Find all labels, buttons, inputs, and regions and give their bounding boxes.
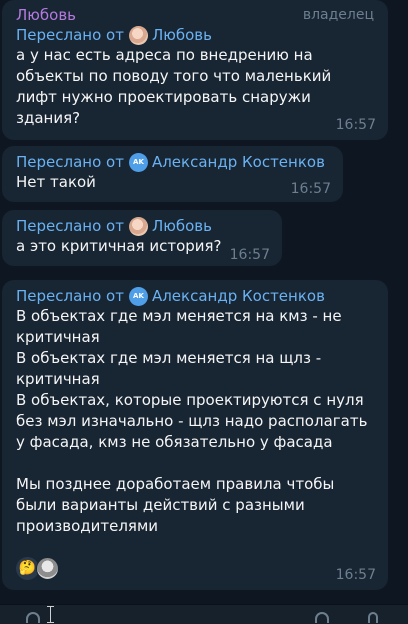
text-cursor-icon [47,606,54,623]
owner-badge: владелец [302,7,374,23]
forwarded-label: Переслано от [16,26,124,44]
message-text: В объектах где мэл меняется на кмз - не … [16,307,368,535]
message-time: 16:57 [229,247,270,263]
microphone-icon[interactable] [368,612,378,623]
message-2[interactable]: Переслано от AK Александр Костенков Нет … [2,146,343,202]
message-1[interactable]: Любовь владелец Переслано от Любовь а у … [2,0,388,140]
forwarded-from[interactable]: Переслано от AK Александр Костенков [16,152,329,172]
message-time: 16:57 [335,117,376,133]
forward-author[interactable]: Любовь [152,25,212,45]
forwarded-from[interactable]: Переслано от Любовь [16,216,268,236]
forwarded-from[interactable]: Переслано от AK Александр Костенков [16,286,374,306]
forwarded-label: Переслано от [16,153,124,171]
message-text: а у нас есть адреса по внедрению на объе… [16,46,337,127]
message-text: Нет такой [16,173,96,191]
compose-bar[interactable] [0,604,408,624]
forwarded-label: Переслано от [16,287,124,305]
forward-avatar [128,216,148,236]
forward-avatar: AK [128,286,148,306]
forward-avatar [128,25,148,45]
message-4[interactable]: Переслано от AK Александр Костенков В об… [2,280,388,590]
message-time: 16:57 [335,567,376,583]
reactor-avatar[interactable] [36,557,59,580]
message-time: 16:57 [290,181,331,197]
forward-author[interactable]: Любовь [152,216,212,236]
forwarded-from[interactable]: Переслано от Любовь [16,25,374,45]
reactions[interactable]: 🤔 [16,557,59,580]
message-3[interactable]: Переслано от Любовь а это критичная исто… [2,210,282,266]
forward-avatar: AK [128,152,148,172]
forwarded-label: Переслано от [16,217,124,235]
forward-author[interactable]: Александр Костенков [152,286,325,306]
emoji-icon[interactable] [315,612,329,623]
forward-author[interactable]: Александр Костенков [152,152,325,172]
attach-icon[interactable] [26,612,40,623]
